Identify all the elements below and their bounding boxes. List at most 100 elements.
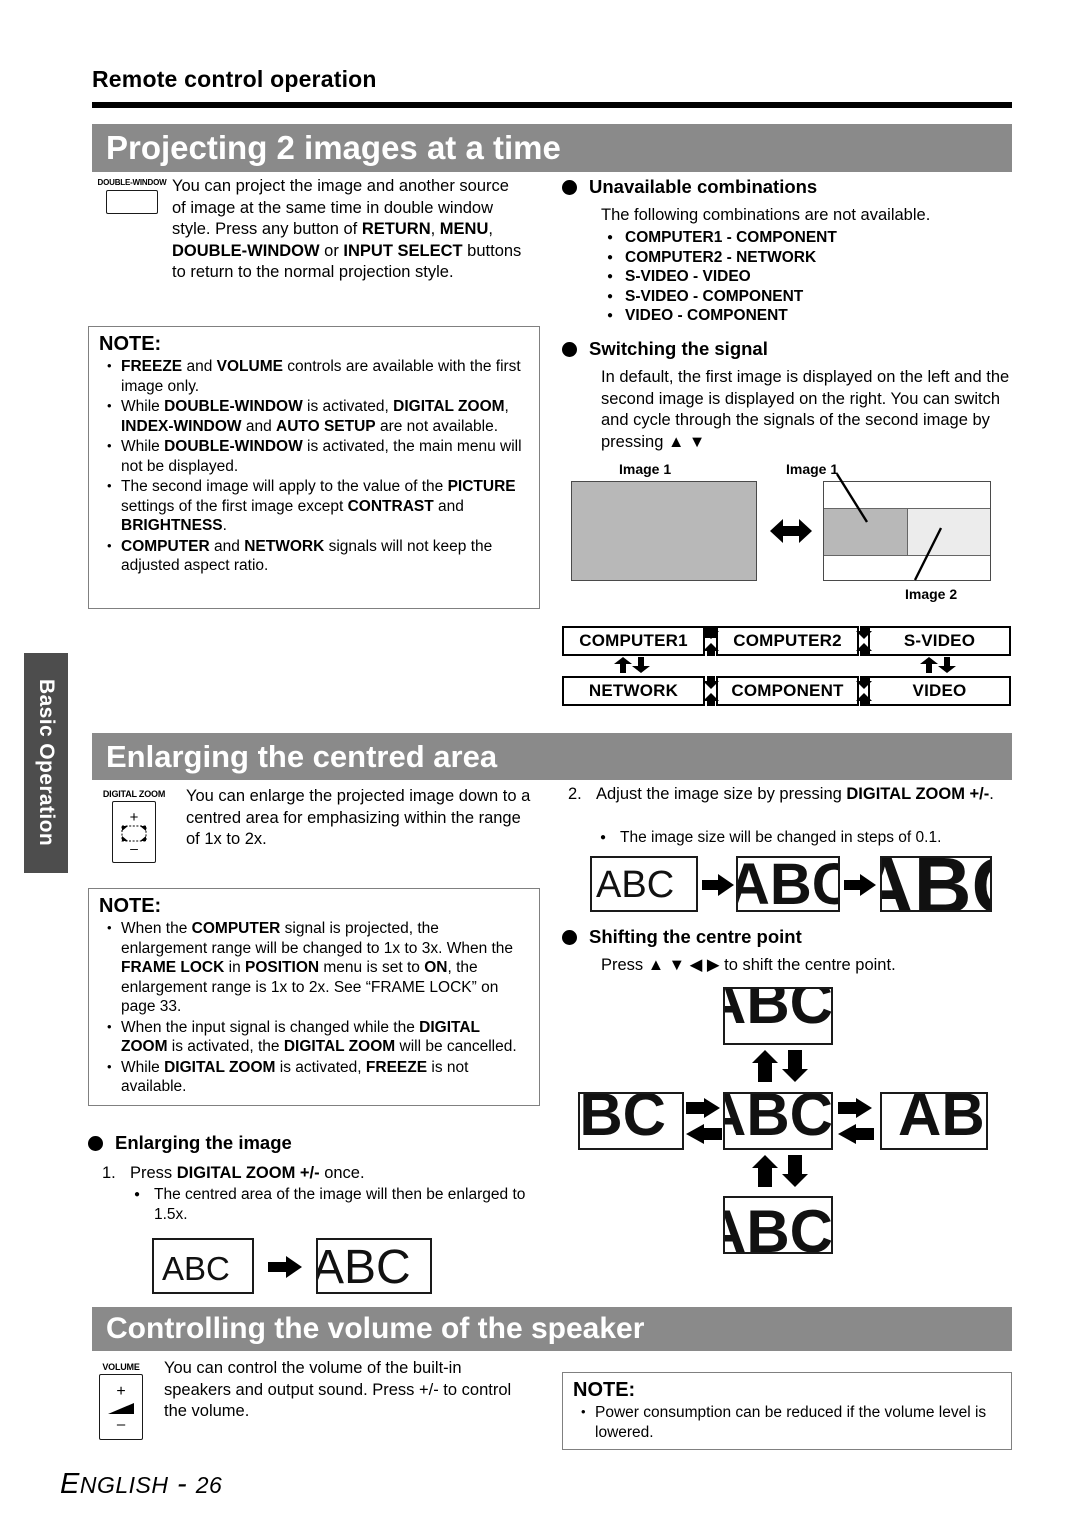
volume-key-illustration: VOLUME + – xyxy=(88,1362,154,1440)
heading-switching-label: Switching the signal xyxy=(589,338,768,359)
note-title: NOTE: xyxy=(99,895,162,917)
abc-text: ABC xyxy=(162,1250,230,1287)
abc-text: ABC xyxy=(738,856,838,912)
note-item: When the COMPUTER signal is projected, t… xyxy=(99,918,529,1017)
note-item: When the input signal is changed while t… xyxy=(99,1017,529,1057)
signal-box-svideo[interactable]: S-VIDEO xyxy=(868,626,1011,656)
shift-arrows-up-down-bottom xyxy=(752,1155,808,1187)
abc-progression-1: ABC xyxy=(590,856,698,912)
note-item: While DIGITAL ZOOM is activated, FREEZE … xyxy=(99,1057,529,1097)
shift-frame-right: ABC xyxy=(880,1092,988,1150)
step-2-sub-text: The image size will be changed in steps … xyxy=(594,828,1014,848)
step-2-text: Adjust the image size by pressing DIGITA… xyxy=(596,785,994,803)
volume-wedge-icon xyxy=(108,1403,134,1414)
signal-box-computer1[interactable]: COMPUTER1 xyxy=(562,626,705,656)
abc-text: ABC xyxy=(725,1092,833,1148)
section-banner-projecting: Projecting 2 images at a time xyxy=(92,124,1012,172)
section-banner-volume: Controlling the volume of the speaker xyxy=(92,1307,1012,1351)
footer-page-label: ENGLISH - 26 xyxy=(60,1468,222,1501)
abc-text: ABC xyxy=(596,864,675,906)
section-banner-enlarging-label: Enlarging the centred area xyxy=(106,738,498,774)
abc-text: ABC xyxy=(725,1198,833,1254)
shift-arrows-left-right-1 xyxy=(686,1098,722,1144)
unavailable-combination-item: COMPUTER2 - NETWORK xyxy=(601,248,1016,268)
abc-illustration-enlarged: ABC xyxy=(316,1238,432,1294)
note-item: The second image will apply to the value… xyxy=(99,476,529,536)
section-banner-enlarging: Enlarging the centred area xyxy=(92,733,1012,780)
signal-arrow-h-1 xyxy=(703,626,719,656)
enlarging-step-2: 2. Adjust the image size by pressing DIG… xyxy=(566,784,1014,805)
note-item: While DOUBLE-WINDOW is activated, DIGITA… xyxy=(99,396,529,436)
header-rule xyxy=(92,102,1012,108)
signal-arrow-v-right xyxy=(920,657,956,673)
double-window-key-button xyxy=(106,190,158,214)
heading-unavailable-label: Unavailable combinations xyxy=(589,176,818,197)
shift-frame-top: ABC xyxy=(723,987,833,1045)
note-item: While DOUBLE-WINDOW is activated, the ma… xyxy=(99,436,529,476)
diagram-screen-single xyxy=(571,481,757,581)
digital-zoom-key-label: DIGITAL ZOOM xyxy=(102,789,166,799)
bullet-dot-icon xyxy=(88,1136,103,1151)
section-banner-volume-label: Controlling the volume of the speaker xyxy=(106,1312,645,1345)
abc-text: ABC xyxy=(579,1092,666,1148)
double-window-key-illustration: DOUBLE-WINDOW xyxy=(84,178,180,214)
side-tab-label: Basic Operation xyxy=(35,679,58,847)
note-list-enlarging: When the COMPUTER signal is projected, t… xyxy=(99,918,529,1097)
step-number: 2. xyxy=(568,785,582,803)
diagram-label-image1-left: Image 1 xyxy=(619,461,672,477)
signal-box-component[interactable]: COMPONENT xyxy=(716,676,859,706)
abc-text: ABC xyxy=(725,987,833,1036)
signal-box-network[interactable]: NETWORK xyxy=(562,676,705,706)
note-box-enlarging: NOTE: When the COMPUTER signal is projec… xyxy=(88,888,540,1106)
abc-text: ABC xyxy=(882,856,990,912)
minus-icon: – xyxy=(130,840,138,856)
heading-unavailable-combinations: Unavailable combinations xyxy=(562,176,1002,198)
shift-arrows-up-down-top xyxy=(752,1050,808,1082)
side-tab-basic-operation: Basic Operation xyxy=(24,653,68,873)
heading-enlarging-image: Enlarging the image xyxy=(88,1132,538,1154)
enlarging-step-2-sub: The image size will be changed in steps … xyxy=(594,828,1014,848)
step-1-sub-text: The centred area of the image will then … xyxy=(128,1185,538,1224)
bullet-dot-icon xyxy=(562,930,577,945)
unavailable-combination-list: COMPUTER1 - COMPONENTCOMPUTER2 - NETWORK… xyxy=(601,228,1016,326)
signal-arrow-h-2 xyxy=(856,626,872,656)
footer-separator: - xyxy=(168,1468,196,1500)
plus-icon: + xyxy=(129,809,139,826)
abc-text: ABC xyxy=(898,1092,986,1148)
abc-illustration-normal: ABC xyxy=(152,1238,254,1294)
note-list-volume: Power consumption can be reduced if the … xyxy=(573,1402,1001,1442)
signal-box-video[interactable]: VIDEO xyxy=(868,676,1011,706)
step-number: 1. xyxy=(102,1164,116,1182)
shift-frame-bottom: ABC xyxy=(723,1196,833,1254)
shift-frame-centre: ABC xyxy=(723,1092,833,1150)
note-title: NOTE: xyxy=(99,333,162,355)
switching-body-text: In default, the first image is displayed… xyxy=(601,368,1010,451)
signal-arrow-h-3 xyxy=(703,676,719,706)
signal-box-computer2[interactable]: COMPUTER2 xyxy=(716,626,859,656)
footer-language: ENGLISH xyxy=(60,1468,169,1500)
note-box-projecting: NOTE: FREEZE and VOLUME controls are ava… xyxy=(88,326,540,609)
arrow-right-icon xyxy=(702,874,734,896)
unavailable-lead-text: The following combinations are not avail… xyxy=(601,206,931,224)
enlarging-step-1-sub: The centred area of the image will then … xyxy=(128,1185,538,1224)
double-arrow-icon xyxy=(770,519,812,543)
note-title: NOTE: xyxy=(573,1379,636,1401)
section-banner-projecting-label: Projecting 2 images at a time xyxy=(106,129,561,166)
unavailable-combination-item: S-VIDEO - VIDEO xyxy=(601,267,1016,287)
note-list-projecting: FREEZE and VOLUME controls are available… xyxy=(99,356,529,576)
double-window-key-label: DOUBLE-WINDOW xyxy=(97,178,167,187)
abc-text: ABC xyxy=(316,1241,411,1294)
note-box-volume: NOTE: Power consumption can be reduced i… xyxy=(562,1372,1012,1450)
shifting-body-text: Press ▲ ▼ ◀ ▶ to shift the centre point. xyxy=(601,956,896,974)
bullet-dot-icon xyxy=(562,180,577,195)
unavailable-combination-item: S-VIDEO - COMPONENT xyxy=(601,287,1016,307)
arrow-right-icon xyxy=(268,1256,302,1278)
abc-progression-3: ABC xyxy=(880,856,992,912)
projecting-intro-text: You can project the image and another so… xyxy=(172,177,522,281)
unavailable-combination-item: VIDEO - COMPONENT xyxy=(601,306,1016,326)
shift-frame-left: ABC xyxy=(578,1092,684,1150)
footer-page-number: 26 xyxy=(195,1472,223,1498)
running-head: Remote control operation xyxy=(92,66,377,92)
enlarging-intro-text: You can enlarge the projected image down… xyxy=(186,787,531,848)
unavailable-combination-item: COMPUTER1 - COMPONENT xyxy=(601,228,1016,248)
